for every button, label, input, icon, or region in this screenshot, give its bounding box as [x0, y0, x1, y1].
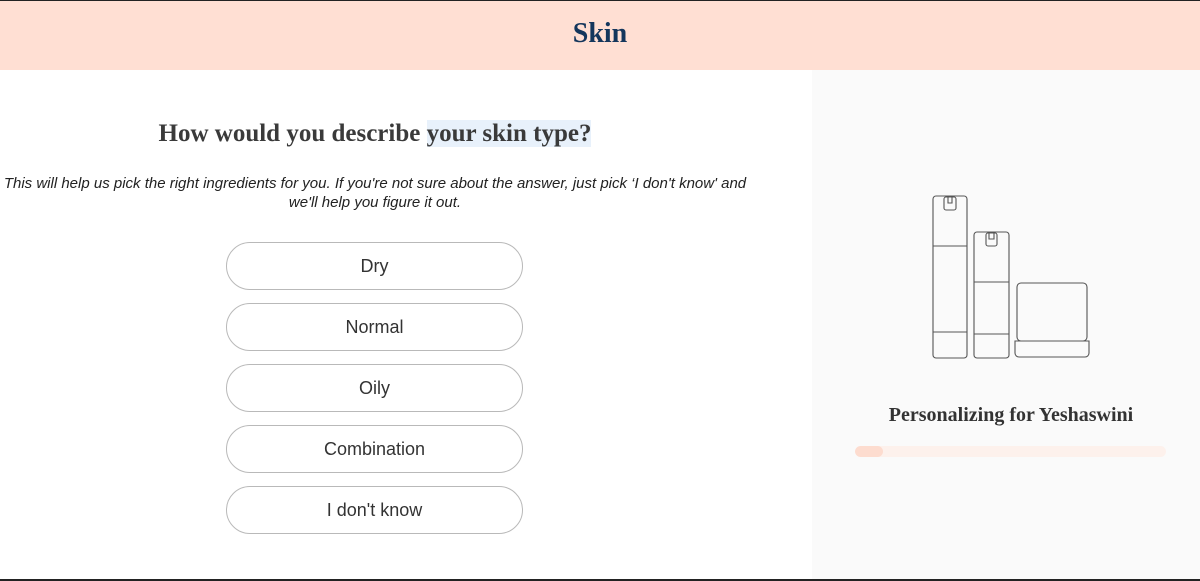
page-title: Skin: [572, 17, 628, 49]
helper-text: This will help us pick the right ingredi…: [3, 175, 747, 211]
progress-bar: [855, 446, 1166, 457]
question-text: How would you describe: [158, 120, 427, 147]
personalizing-label: Personalizing for Yeshaswini: [888, 404, 1134, 426]
option-combination-button[interactable]: Combination: [226, 425, 523, 473]
question-highlight: your skin type?: [426, 120, 592, 147]
skincare-products-icon: [932, 195, 1090, 359]
question-heading: How would you describe your skin type?: [0, 120, 750, 148]
option-normal-button[interactable]: Normal: [226, 303, 523, 351]
progress-fill: [855, 446, 883, 457]
question-panel: How would you describe your skin type? T…: [0, 70, 812, 579]
option-oily-button[interactable]: Oily: [226, 364, 523, 412]
option-dont-know-button[interactable]: I don't know: [226, 486, 523, 534]
option-dry-button[interactable]: Dry: [226, 242, 523, 290]
personalization-panel: Personalizing for Yeshaswini: [812, 70, 1200, 579]
header: Skin: [0, 1, 1200, 70]
answer-options: Dry Normal Oily Combination I don't know: [226, 242, 523, 547]
